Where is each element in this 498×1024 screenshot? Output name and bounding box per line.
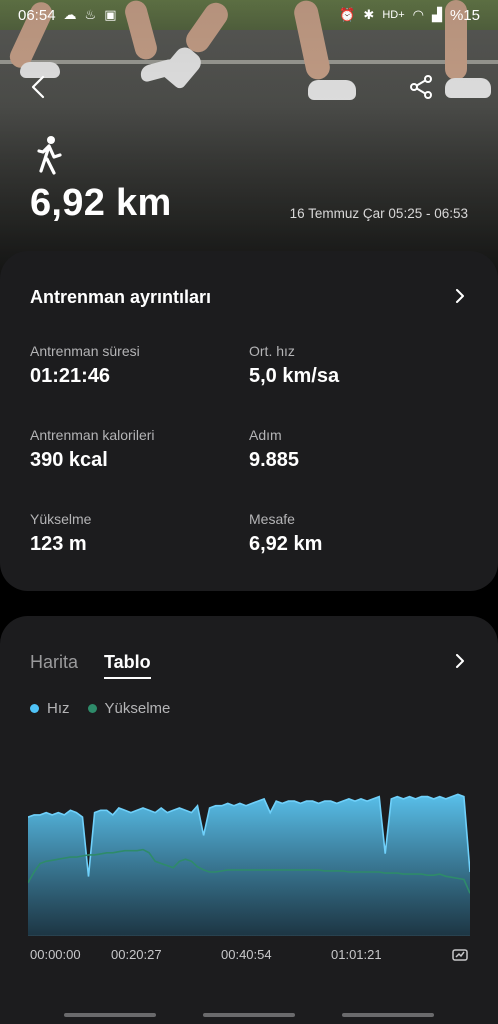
metric-label: Ort. hız [249,343,295,359]
x-tick-label: 00:40:54 [221,947,272,962]
metric-label: Mesafe [249,511,295,527]
metric-duration: Antrenman süresi 01:21:46 [30,343,230,388]
metric-elevation: Yükselme 123 m [30,511,230,556]
back-icon[interactable] [24,72,54,102]
nav-recent-button[interactable] [64,1013,156,1017]
metric-steps: Adım 9.885 [249,427,449,472]
share-icon[interactable] [408,74,434,100]
metric-label: Antrenman kalorileri [30,427,155,443]
metric-value: 5,0 km/sa [249,365,340,387]
total-distance: 6,92 km [30,182,172,224]
metric-distance: Mesafe 6,92 km [249,511,449,556]
metric-label: Antrenman süresi [30,343,140,359]
speed-elevation-chart[interactable] [28,776,470,936]
status-bar: 06:54 ☁ ♨ ▣ ⏰ ✱ HD+ ◠ ▟ %15 [0,0,498,30]
workout-details-card[interactable]: Antrenman ayrıntıları Antrenman süresi 0… [0,251,498,591]
metric-label: Yükselme [30,511,92,527]
workout-details-title: Antrenman ayrıntıları [30,287,212,307]
battery-level: %15 [449,6,480,24]
legend-dot-elevation [87,704,97,713]
nav-back-button[interactable] [342,1013,434,1017]
legend-item-speed: Hız [30,700,70,717]
metric-value: 123 m [30,533,87,555]
nav-home-button[interactable] [203,1013,295,1017]
chevron-right-icon[interactable] [453,289,467,303]
status-time: 06:54 [18,6,56,24]
chevron-right-icon[interactable] [453,654,467,668]
chart-tabs: Harita Tablo [30,652,151,679]
legend-dot-speed [30,704,39,713]
bluetooth-icon: ✱ [363,7,375,22]
x-tick-label: 00:20:27 [111,947,162,962]
chart-card: Harita Tablo Hız Yükselme 00:00:00 00:20… [0,616,498,1024]
signal-icon: ▟ [431,7,442,22]
cloud-icon: ☁ [63,7,77,22]
system-navigation-bar [0,1004,498,1024]
metric-value: 9.885 [249,449,300,471]
tab-table[interactable]: Tablo [104,652,151,679]
chart-legend: Hız Yükselme [30,700,170,717]
metric-value: 01:21:46 [30,365,111,387]
x-tick-label: 01:01:21 [331,947,382,962]
legend-label: Hız [47,700,70,717]
metric-value: 6,92 km [249,533,323,555]
workout-date-range: 16 Temmuz Çar 05:25 - 06:53 [289,206,468,221]
expand-chart-icon[interactable] [452,947,468,963]
app-icon: ▣ [104,7,117,22]
top-navigation [0,68,498,108]
network-label: HD+ [382,9,405,21]
alarm-icon: ⏰ [339,7,356,22]
metric-value: 390 kcal [30,449,108,471]
tab-map[interactable]: Harita [30,652,78,679]
x-tick-label: 00:00:00 [30,947,81,962]
metric-avg-speed: Ort. hız 5,0 km/sa [249,343,449,388]
legend-label: Yükselme [104,700,171,717]
wifi-icon: ◠ [412,7,424,22]
notification-icon: ♨ [84,7,97,22]
walking-icon [37,136,62,175]
metric-calories: Antrenman kalorileri 390 kcal [30,427,230,472]
metric-label: Adım [249,427,282,443]
legend-item-elevation: Yükselme [87,700,171,717]
